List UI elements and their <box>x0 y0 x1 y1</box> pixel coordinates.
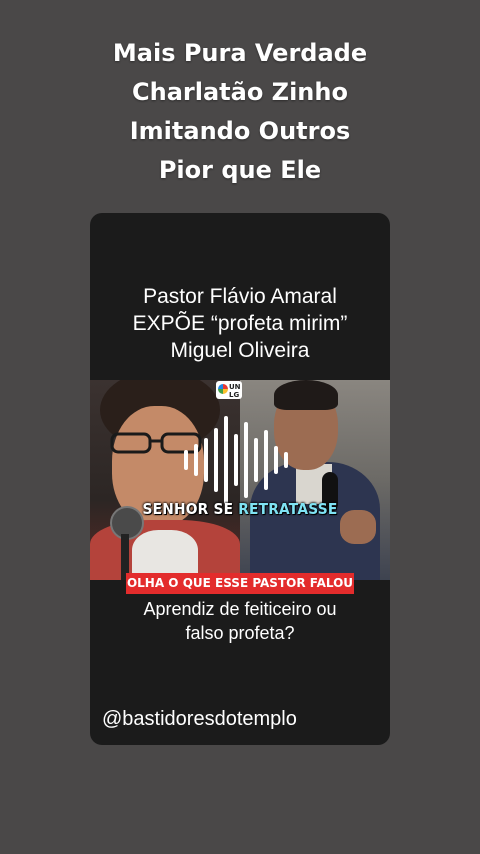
video-subtitle: SENHOR SE RETRATASSE <box>102 500 378 518</box>
video-title-line-2: EXPÕE “profeta mirim” <box>132 312 348 335</box>
question-line-1: Aprendiz de feiticeiro ou <box>143 599 337 619</box>
caption-line-3: Imitando Outros <box>129 117 351 145</box>
caption-line-4: Pior que Ele <box>158 156 322 184</box>
caption-line-1: Mais Pura Verdade <box>112 39 368 67</box>
question-line-2: falso profeta? <box>185 623 295 643</box>
video-card[interactable]: Pastor Flávio Amaral EXPÕE “profeta miri… <box>90 213 390 745</box>
red-banner: OLHA O QUE ESSE PASTOR FALOU <box>126 573 354 594</box>
channel-logo-icon: UN LG <box>216 381 242 399</box>
video-thumbnail[interactable]: UN LG SENHOR SE RETRATASSE <box>90 380 390 580</box>
video-title-line-3: Miguel Oliveira <box>170 339 310 362</box>
caption-line-2: Charlatão Zinho <box>132 78 348 106</box>
overlay-caption: Mais Pura Verdade Charlatão Zinho Imitan… <box>0 34 480 190</box>
channel-handle[interactable]: @bastidoresdotemplo <box>102 706 297 732</box>
audio-waveform-icon <box>184 416 288 504</box>
video-question: Aprendiz de feiticeiro ou falso profeta? <box>90 597 390 645</box>
subtitle-part-2: RETRATASSE <box>238 500 338 518</box>
subtitle-part-1: SENHOR SE <box>142 500 239 518</box>
video-title-line-1: Pastor Flávio Amaral <box>143 285 337 308</box>
video-title: Pastor Flávio Amaral EXPÕE “profeta miri… <box>90 283 390 364</box>
